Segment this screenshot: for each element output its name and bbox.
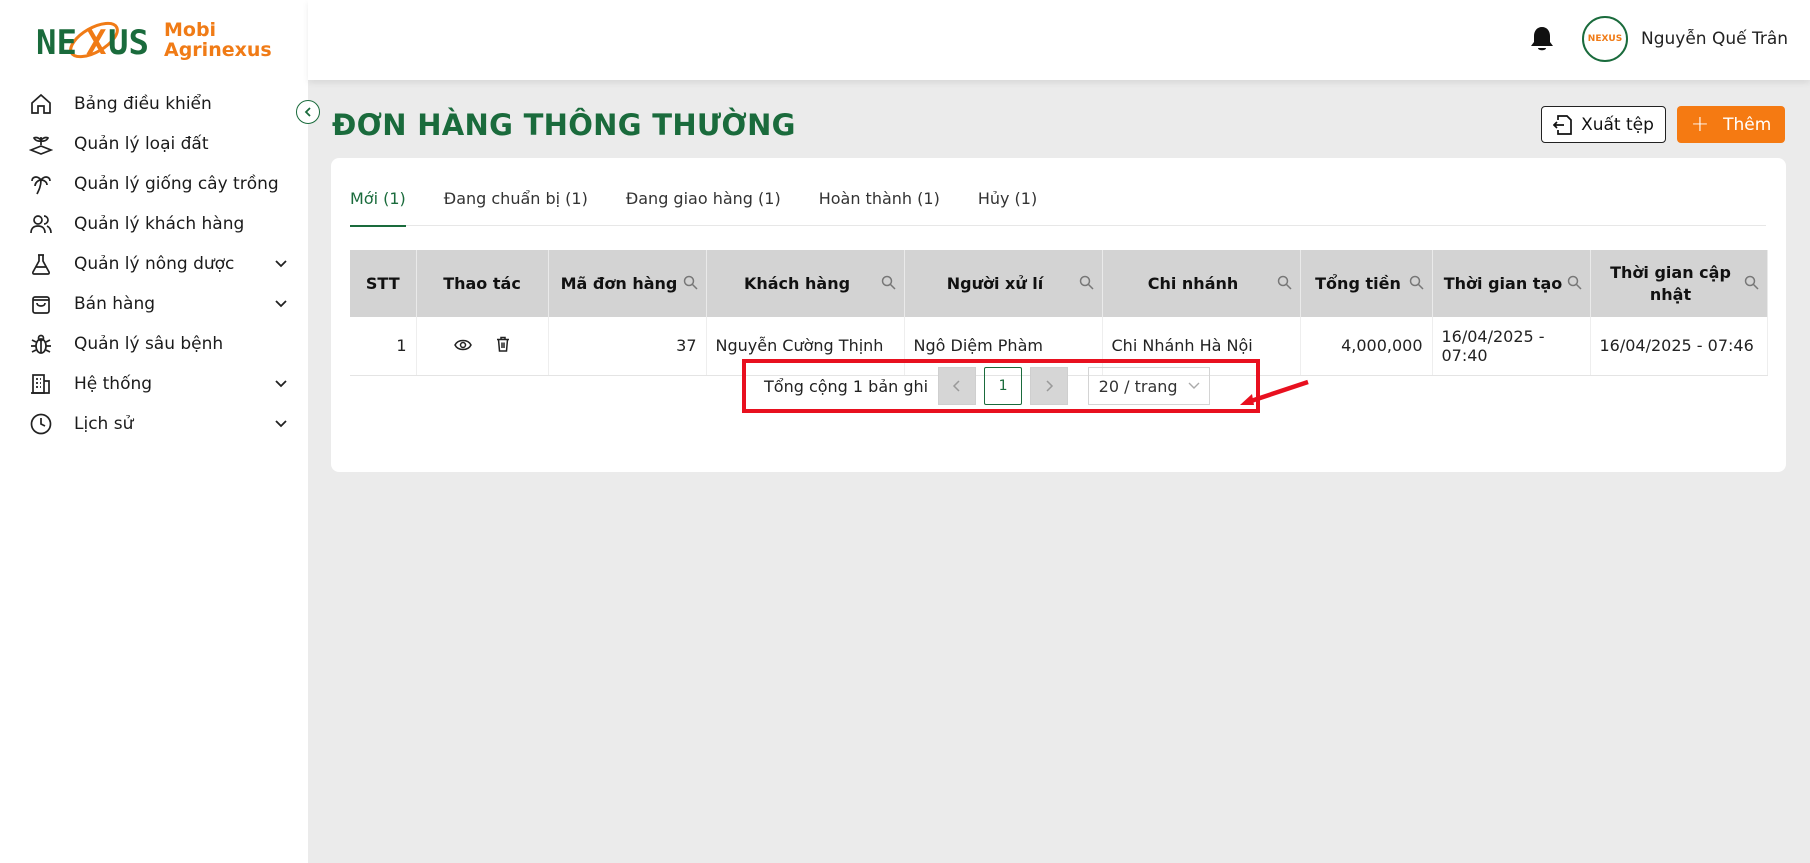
sidebar-item-label: Quản lý nông dược bbox=[74, 254, 235, 274]
shopping-bag-icon bbox=[28, 291, 54, 317]
brand-line2: Agrinexus bbox=[164, 39, 272, 61]
column-header-order-id: Mã đơn hàng bbox=[548, 250, 707, 317]
sidebar-item-label: Bảng điều khiển bbox=[74, 94, 212, 114]
building-icon bbox=[28, 371, 54, 397]
sidebar-collapse-button[interactable] bbox=[296, 100, 320, 124]
palm-tree-icon bbox=[28, 171, 54, 197]
export-button[interactable]: Xuất tệp bbox=[1541, 106, 1666, 143]
tab-cancelled[interactable]: Hủy (1) bbox=[978, 184, 1037, 226]
bell-icon[interactable] bbox=[1529, 25, 1555, 53]
svg-text:X: X bbox=[86, 23, 107, 63]
svg-text:NE: NE bbox=[36, 23, 77, 63]
flask-icon bbox=[28, 251, 54, 277]
brand-logo[interactable]: NE X US Mobi Agrinexus bbox=[34, 14, 274, 66]
chevron-down-icon[interactable] bbox=[274, 376, 288, 396]
cell-created: 16/04/2025 - 07:40 bbox=[1432, 317, 1591, 376]
column-header-handler: Người xử lí bbox=[904, 250, 1103, 317]
chevron-down-icon[interactable] bbox=[274, 416, 288, 436]
sidebar-item-history[interactable]: Lịch sử bbox=[0, 404, 308, 444]
sidebar-item-label: Quản lý giống cây trồng bbox=[74, 174, 279, 194]
chevron-down-icon[interactable] bbox=[274, 296, 288, 316]
clock-icon bbox=[28, 411, 54, 437]
page-number-button[interactable]: 1 bbox=[984, 367, 1023, 405]
tab-shipping[interactable]: Đang giao hàng (1) bbox=[626, 184, 781, 226]
page-title: ĐƠN HÀNG THÔNG THƯỜNG bbox=[332, 108, 796, 142]
user-name[interactable]: Nguyễn Quế Trân bbox=[1641, 29, 1788, 49]
soil-plant-icon bbox=[28, 131, 54, 157]
search-icon[interactable] bbox=[683, 274, 698, 296]
pagination-total: Tổng cộng 1 bản ghi bbox=[764, 376, 929, 396]
main-content: ĐƠN HÀNG THÔNG THƯỜNG Xuất tệp + Thêm Mớ… bbox=[308, 80, 1810, 863]
chevron-right-icon bbox=[1046, 380, 1054, 392]
column-header-total: Tổng tiền bbox=[1300, 250, 1433, 317]
column-header-branch: Chi nhánh bbox=[1102, 250, 1301, 317]
table-header-row: STT Thao tác Mã đơn hàng Khách hàng Ngườ… bbox=[350, 250, 1768, 317]
avatar[interactable]: NEXUS bbox=[1582, 16, 1628, 62]
pagination: Tổng cộng 1 bản ghi 1 20 / trang bbox=[742, 359, 1260, 413]
sidebar-item-system[interactable]: Hệ thống bbox=[0, 364, 308, 404]
plus-icon: + bbox=[1690, 112, 1710, 137]
export-button-label: Xuất tệp bbox=[1581, 114, 1654, 135]
sidebar-item-pests[interactable]: Quản lý sâu bệnh bbox=[0, 324, 308, 364]
cell-total: 4,000,000 bbox=[1300, 317, 1433, 376]
add-button[interactable]: + Thêm bbox=[1677, 106, 1785, 143]
status-tabs: Mới (1) Đang chuẩn bị (1) Đang giao hàng… bbox=[350, 184, 1766, 227]
next-page-button[interactable] bbox=[1030, 367, 1069, 405]
search-icon[interactable] bbox=[881, 274, 896, 296]
svg-text:US: US bbox=[108, 23, 149, 63]
sidebar-item-label: Quản lý loại đất bbox=[74, 134, 209, 154]
column-header-updated: Thời gian cập nhật bbox=[1590, 250, 1768, 317]
chevron-left-icon bbox=[953, 380, 960, 392]
chevron-left-icon bbox=[304, 107, 311, 117]
sidebar-item-pesticides[interactable]: Quản lý nông dược bbox=[0, 244, 308, 284]
sidebar-item-dashboard[interactable]: Bảng điều khiển bbox=[0, 84, 308, 124]
sidebar-item-label: Quản lý khách hàng bbox=[74, 214, 245, 234]
sidebar-item-label: Lịch sử bbox=[74, 414, 134, 434]
column-header-customer: Khách hàng bbox=[706, 250, 905, 317]
sidebar-item-crops[interactable]: Quản lý giống cây trồng bbox=[0, 164, 308, 204]
sidebar: NE X US Mobi Agrinexus Bảng điều khiển Q… bbox=[0, 0, 308, 863]
annotation-arrow bbox=[1240, 379, 1309, 405]
sidebar-item-soil[interactable]: Quản lý loại đất bbox=[0, 124, 308, 164]
chevron-down-icon bbox=[1188, 382, 1200, 389]
home-icon bbox=[28, 91, 54, 117]
search-icon[interactable] bbox=[1409, 274, 1424, 296]
chevron-down-icon[interactable] bbox=[274, 256, 288, 276]
cell-updated: 16/04/2025 - 07:46 bbox=[1590, 317, 1768, 376]
add-button-label: Thêm bbox=[1723, 114, 1772, 135]
orders-card: Mới (1) Đang chuẩn bị (1) Đang giao hàng… bbox=[331, 158, 1786, 472]
sidebar-menu: Bảng điều khiển Quản lý loại đất Quản lý… bbox=[0, 84, 308, 444]
bug-icon bbox=[28, 331, 54, 357]
sidebar-item-label: Hệ thống bbox=[74, 374, 153, 394]
search-icon[interactable] bbox=[1277, 274, 1292, 296]
brand-name: Mobi Agrinexus bbox=[164, 20, 272, 60]
cell-stt: 1 bbox=[350, 317, 417, 376]
export-file-icon bbox=[1553, 114, 1572, 135]
column-header-created: Thời gian tạo bbox=[1432, 250, 1591, 317]
trash-icon[interactable] bbox=[496, 336, 510, 356]
cell-actions bbox=[416, 317, 549, 376]
brand-line1: Mobi bbox=[164, 19, 217, 41]
users-icon bbox=[28, 211, 54, 237]
sidebar-item-label: Quản lý sâu bệnh bbox=[74, 334, 224, 354]
tab-preparing[interactable]: Đang chuẩn bị (1) bbox=[444, 184, 588, 226]
nexus-logo-mark: NE X US bbox=[34, 14, 150, 66]
avatar-text: NEXUS bbox=[1587, 34, 1623, 44]
prev-page-button[interactable] bbox=[938, 367, 977, 405]
column-header-actions: Thao tác bbox=[416, 250, 549, 317]
sidebar-item-label: Bán hàng bbox=[74, 294, 156, 314]
sidebar-item-sales[interactable]: Bán hàng bbox=[0, 284, 308, 324]
tab-completed[interactable]: Hoàn thành (1) bbox=[819, 184, 940, 226]
page-size-select[interactable]: 20 / trang bbox=[1088, 367, 1211, 405]
page-size-value: 20 / trang bbox=[1098, 376, 1178, 396]
column-header-stt: STT bbox=[350, 250, 417, 317]
search-icon[interactable] bbox=[1744, 274, 1759, 296]
tab-new[interactable]: Mới (1) bbox=[350, 184, 406, 227]
orders-table: STT Thao tác Mã đơn hàng Khách hàng Ngườ… bbox=[350, 250, 1768, 376]
eye-icon[interactable] bbox=[454, 337, 473, 356]
search-icon[interactable] bbox=[1079, 274, 1094, 296]
sidebar-item-customers[interactable]: Quản lý khách hàng bbox=[0, 204, 308, 244]
cell-order-id: 37 bbox=[548, 317, 707, 376]
search-icon[interactable] bbox=[1567, 274, 1582, 296]
